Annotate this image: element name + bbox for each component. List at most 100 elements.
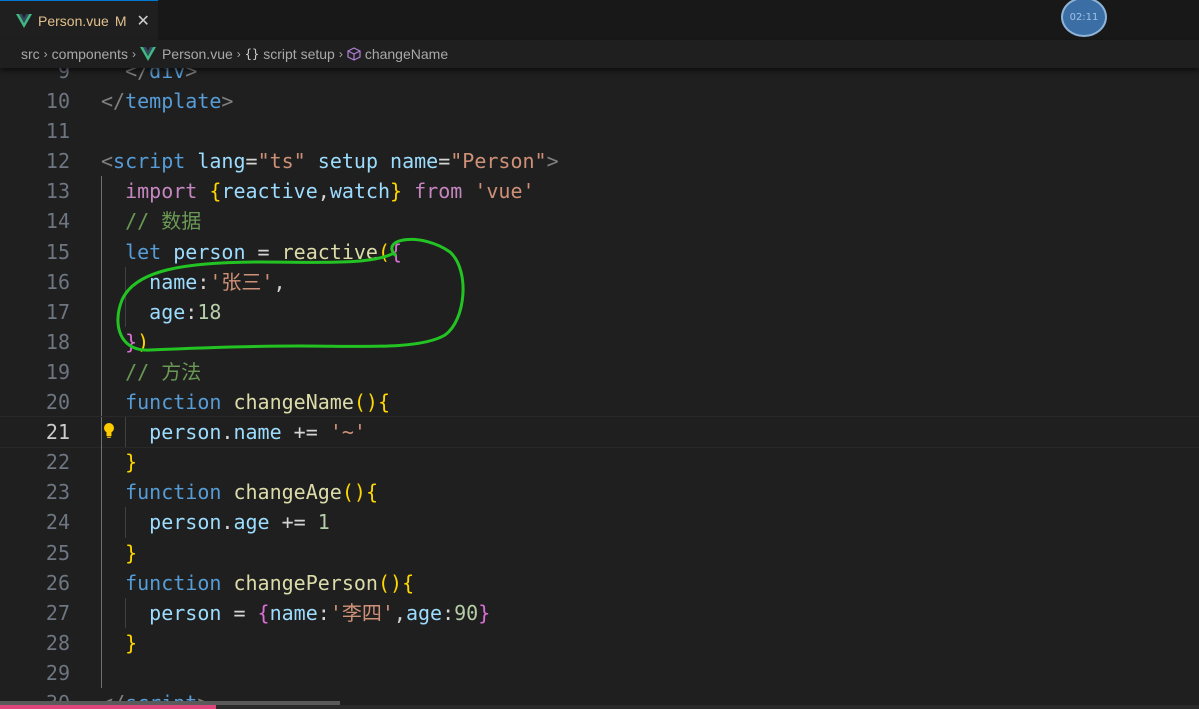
code-line[interactable]: 29 <box>0 657 1199 688</box>
code-line[interactable]: 27 person = {name:'李四',age:90} <box>0 597 1199 628</box>
code-token: changeAge <box>233 480 342 505</box>
code-line[interactable]: 25 } <box>0 537 1199 568</box>
indent-guide <box>101 657 102 688</box>
code-token: name <box>149 269 198 294</box>
code-line[interactable]: 21 person.name += '~' <box>0 416 1199 449</box>
breadcrumb-script-setup[interactable]: script setup <box>263 46 335 62</box>
code-editor[interactable]: 9 </div> 10 </template> 11 12 <script lang="t… <box>0 68 1199 709</box>
chevron-right-icon: › <box>131 47 136 61</box>
code-token: () <box>341 480 366 505</box>
code-line[interactable]: 26 function changePerson(){ <box>0 567 1199 598</box>
code-token: } <box>125 540 138 565</box>
code-line[interactable]: 20 function changeName(){ <box>0 387 1199 418</box>
code-line[interactable]: 11 <box>0 116 1199 146</box>
line-number: 16 <box>45 269 70 294</box>
code-token: = <box>245 149 258 174</box>
tab-bar: Person.vue M ✕ 02:11 <box>0 0 1199 40</box>
code-token: 'vue' <box>474 179 535 204</box>
code-token: : <box>317 600 330 625</box>
code-token: . <box>221 420 234 445</box>
code-token: , <box>273 269 286 294</box>
code-token: function <box>125 390 222 415</box>
line-number: 22 <box>45 450 70 475</box>
code-line[interactable]: 18 }) <box>0 326 1199 357</box>
code-token: += <box>269 510 318 535</box>
code-token: watch <box>329 179 391 204</box>
code-token: '张三' <box>209 269 274 294</box>
code-token: } <box>390 179 403 204</box>
line-number: 12 <box>45 149 70 174</box>
breadcrumb-change-name[interactable]: changeName <box>365 46 448 62</box>
close-icon[interactable]: ✕ <box>137 11 150 31</box>
code-token: template <box>125 89 222 114</box>
code-line[interactable]: 22 } <box>0 447 1199 478</box>
code-token: } <box>125 450 138 475</box>
code-line[interactable]: 9 </div> <box>0 68 1199 86</box>
code-token: name <box>269 600 318 625</box>
line-number: 17 <box>45 299 70 324</box>
code-token: changePerson <box>233 570 378 595</box>
code-token: = <box>221 600 258 625</box>
code-token: { <box>257 600 270 625</box>
code-line[interactable]: 17 age:18 <box>0 296 1199 327</box>
code-text: function changePerson(){ <box>101 568 414 598</box>
code-line[interactable]: 19 // 方法 <box>0 356 1199 388</box>
braces-icon: {} <box>244 47 260 61</box>
code-token: function <box>125 570 222 595</box>
code-line[interactable]: 13 import {reactive,watch} from 'vue' <box>0 176 1199 207</box>
code-token: changeName <box>233 390 354 415</box>
code-line[interactable]: 15 let person = reactive({ <box>0 236 1199 267</box>
code-token: lang <box>197 149 246 174</box>
breadcrumb-components[interactable]: components <box>52 46 128 62</box>
code-token: setup <box>317 149 378 174</box>
line-number: 28 <box>45 630 70 655</box>
code-token: "Person" <box>450 149 547 174</box>
code-line[interactable]: 24 person.age += 1 <box>0 507 1199 538</box>
code-line[interactable]: 23 function changeAge(){ <box>0 477 1199 508</box>
tab-filename: Person.vue <box>38 12 109 29</box>
code-token: { <box>377 390 391 415</box>
code-line[interactable]: 28 } <box>0 627 1199 658</box>
code-text: person.name += '~' <box>101 417 366 447</box>
code-line[interactable]: 10 </template> <box>0 86 1199 116</box>
code-token: from <box>414 179 463 204</box>
code-text: } <box>101 628 137 658</box>
code-token: function <box>125 480 222 505</box>
code-token: // 方法 <box>125 359 202 384</box>
lightbulb-icon[interactable] <box>102 421 116 441</box>
breadcrumb-src[interactable]: src <box>21 46 40 62</box>
code-token: { <box>402 570 415 595</box>
code-line[interactable]: 12 <script lang="ts" setup name="Person"> <box>0 146 1199 176</box>
code-token: </ <box>101 68 150 83</box>
code-token: 18 <box>197 299 222 324</box>
breadcrumb-person-vue[interactable]: Person.vue <box>162 46 233 62</box>
line-number: 20 <box>45 390 70 415</box>
code-token: < <box>101 149 114 174</box>
code-token: let <box>125 239 162 264</box>
breadcrumb: src › components › Person.vue › {} scrip… <box>0 40 1199 68</box>
code-line[interactable]: 14 // 数据 <box>0 206 1199 237</box>
code-token: : <box>197 269 210 294</box>
tab-person-vue[interactable]: Person.vue M ✕ <box>0 0 158 40</box>
line-number: 10 <box>45 89 70 114</box>
code-line[interactable]: 16 name:'张三', <box>0 266 1199 297</box>
code-token: > <box>185 68 198 83</box>
code-token: () <box>353 390 378 415</box>
code-text: }) <box>101 327 149 357</box>
code-text: } <box>101 538 137 568</box>
code-token: () <box>377 570 403 595</box>
line-number: 25 <box>45 540 70 565</box>
code-token: age <box>233 510 270 535</box>
code-token: person <box>149 600 222 625</box>
